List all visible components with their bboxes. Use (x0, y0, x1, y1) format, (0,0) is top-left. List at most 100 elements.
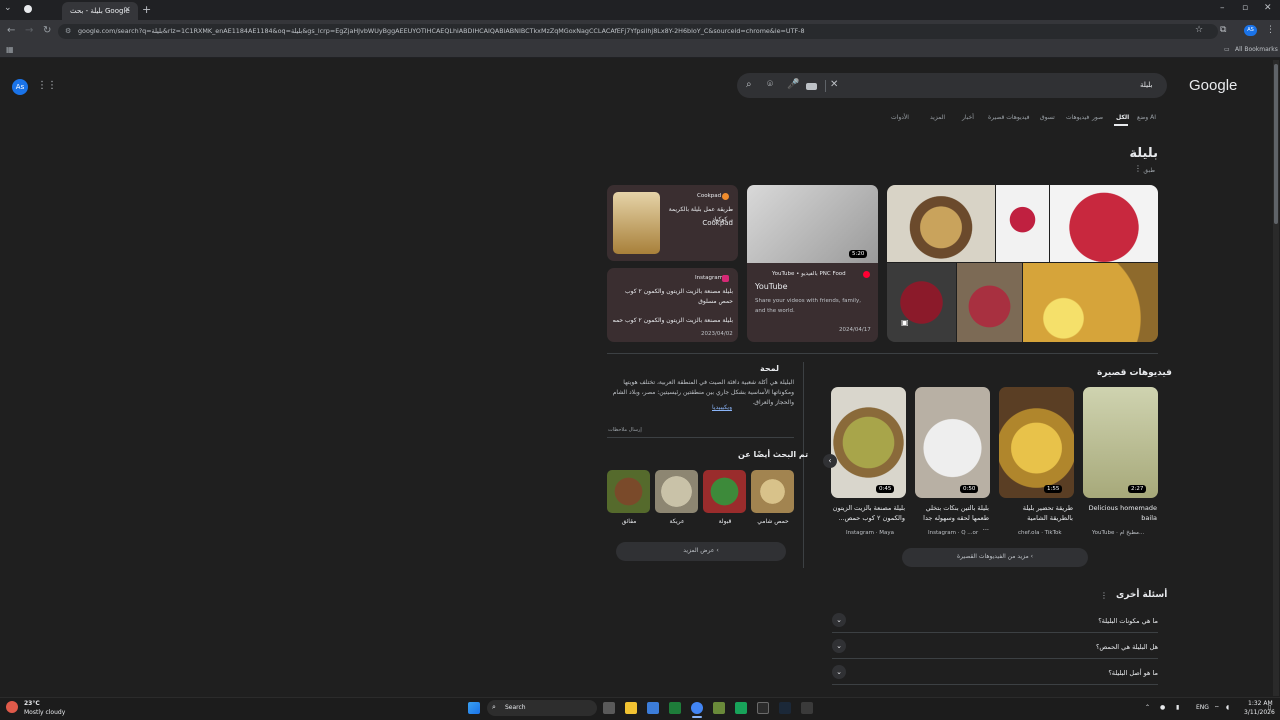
weather-temp[interactable]: 23°C (24, 700, 40, 707)
app-icon-1[interactable] (713, 702, 725, 714)
chevron-down-icon[interactable]: ⌄ (832, 613, 846, 627)
windows-start-icon[interactable] (468, 702, 480, 714)
related-label-3[interactable]: عريكة (655, 518, 699, 525)
related-image-3[interactable] (655, 470, 698, 513)
related-label-2[interactable]: قبولة (703, 518, 747, 525)
search-icon[interactable]: ⌕ (746, 79, 752, 90)
apps-grid-icon[interactable]: ▦ (6, 45, 14, 54)
tab-short-videos[interactable]: فيديوهات قصيرة (988, 114, 1029, 121)
wifi-icon[interactable]: ⌔ (1214, 704, 1220, 712)
tray-language[interactable]: ENG (1196, 704, 1209, 711)
short-thumb-3[interactable] (915, 387, 990, 498)
related-image-1[interactable] (751, 470, 794, 513)
tab-news[interactable]: أخبار (962, 114, 974, 121)
youtube-card[interactable]: 5:20 YouTube • بالفيديو PNC Food YouTube… (747, 185, 878, 342)
store-icon[interactable] (647, 702, 659, 714)
short-thumb-4[interactable] (831, 387, 906, 498)
steam-icon[interactable] (779, 702, 791, 714)
notification-icon[interactable]: ▯ (1268, 704, 1271, 711)
image-collage[interactable]: ▣ (887, 185, 1158, 342)
related-label-1[interactable]: حمص شامي (751, 518, 795, 525)
app-icon-3[interactable] (801, 702, 813, 714)
youtube-title[interactable]: YouTube (755, 282, 788, 291)
tab-videos[interactable]: فيديوهات (1066, 114, 1089, 121)
tab-tools[interactable]: الأدوات (891, 114, 909, 121)
tray-chevron-icon[interactable]: ⌃ (1145, 704, 1150, 711)
terminal-icon[interactable] (757, 702, 769, 714)
bookmark-star-icon[interactable]: ☆ (1195, 25, 1203, 35)
google-logo[interactable]: Google (1189, 77, 1237, 94)
microphone-icon[interactable]: 🎤 (787, 79, 799, 90)
clear-search-icon[interactable]: ✕ (830, 79, 838, 90)
reload-icon[interactable]: ↻ (43, 25, 51, 36)
tab-all[interactable]: الكل (1116, 114, 1129, 121)
tab-close-icon[interactable]: ✕ (124, 5, 131, 14)
related-more-button[interactable]: عرض المزيد ‹ (616, 542, 786, 561)
lens-icon[interactable]: ⌾ (767, 79, 773, 90)
minimize-icon[interactable]: – (1220, 3, 1225, 13)
related-image-4[interactable] (607, 470, 650, 513)
taskbar-search-box[interactable] (487, 700, 597, 716)
entity-menu-icon[interactable]: ⋮ (1134, 164, 1142, 173)
faq-item-2[interactable]: هل البليلة هي الحمص؟ ⌄ (832, 633, 1158, 659)
collage-image-5[interactable] (957, 263, 1022, 342)
chevron-down-icon[interactable]: ⌄ (832, 665, 846, 679)
faq-question-1[interactable]: ما هي مكونات البليلة؟ (1098, 617, 1158, 625)
faq-item-1[interactable]: ما هي مكونات البليلة؟ ⌄ (832, 607, 1158, 633)
menu-kebab-icon[interactable]: ⋮ (1266, 25, 1275, 35)
cookpad-site[interactable]: Cookpad (667, 218, 733, 229)
short-caption-3[interactable]: بليلة بالتين بنكات بتخلي طعمها لحقه وسهو… (915, 503, 989, 533)
cookpad-thumbnail[interactable] (613, 192, 660, 254)
app-icon-2[interactable] (735, 702, 747, 714)
collage-image-3[interactable] (1050, 185, 1158, 262)
back-icon[interactable]: ← (7, 25, 15, 36)
short-thumb-2[interactable] (999, 387, 1074, 498)
related-label-4[interactable]: مقائق (607, 518, 651, 525)
forward-icon[interactable]: → (25, 25, 33, 36)
all-bookmarks-label[interactable]: All Bookmarks (1235, 46, 1278, 53)
cookpad-card[interactable]: Cookpad طريقة عمل بليلة بالكريمة .. كوكب… (607, 185, 738, 261)
faq-question-2[interactable]: هل البليلة هي الحمص؟ (1096, 643, 1158, 651)
faq-menu-icon[interactable]: ⋮ (1100, 591, 1108, 600)
gallery-icon[interactable]: ▣ (901, 318, 909, 327)
page-scrollbar-thumb[interactable] (1274, 64, 1278, 224)
tab-shopping[interactable]: تسوق (1040, 114, 1055, 121)
tray-app-icon[interactable]: ● (1160, 704, 1165, 711)
new-tab-icon[interactable]: + (142, 3, 151, 16)
collage-image-6[interactable] (1023, 263, 1158, 342)
volume-icon[interactable]: ◖ (1226, 704, 1229, 711)
weather-desc[interactable]: Mostly cloudy (24, 709, 65, 716)
chevron-down-icon[interactable]: ⌄ (832, 639, 846, 653)
collage-image-1[interactable] (887, 185, 995, 262)
tab-more[interactable]: المزيد (930, 114, 945, 121)
excel-icon[interactable] (669, 702, 681, 714)
taskbar-search-label[interactable]: Search (505, 704, 526, 711)
tab-images[interactable]: صور (1092, 114, 1103, 121)
shorts-prev-icon[interactable]: ‹ (823, 454, 837, 468)
instagram-card[interactable]: Instagram بليلة مصنعة بالزيت الزيتون وال… (607, 268, 738, 342)
maximize-icon[interactable]: ▫ (1242, 3, 1248, 13)
shorts-more-button[interactable]: مزيد من الفيديوهات القصيرة ‹ (902, 548, 1088, 567)
short-thumb-1[interactable] (1083, 387, 1158, 498)
search-input[interactable]: بليلة (1140, 81, 1152, 89)
keyboard-icon[interactable] (806, 83, 817, 90)
account-avatar[interactable]: As (12, 79, 28, 95)
file-explorer-icon[interactable] (625, 702, 637, 714)
task-view-icon[interactable] (603, 702, 615, 714)
tray-app-icon-2[interactable]: ▮ (1176, 704, 1179, 711)
site-info-icon[interactable]: ⚙ (65, 27, 71, 35)
feedback-link[interactable]: إرسال ملاحظات (608, 427, 642, 433)
close-window-icon[interactable]: ✕ (1264, 3, 1272, 13)
weather-icon[interactable] (6, 701, 18, 713)
tab-search-icon[interactable]: ⌄ (4, 3, 12, 13)
short-caption-2[interactable]: طريقة تحضير بليلة بالطريقة الشامية (999, 503, 1073, 523)
collage-image-2[interactable] (996, 185, 1049, 262)
related-image-2[interactable] (703, 470, 746, 513)
short-caption-1[interactable]: Delicious homemade baila (1083, 503, 1157, 523)
faq-question-3[interactable]: ما هو أصل البليلة؟ (1108, 669, 1158, 677)
collage-image-4[interactable] (887, 263, 956, 342)
tab-ai-mode[interactable]: وضع AI (1137, 114, 1156, 121)
search-box[interactable] (737, 73, 1167, 98)
chrome-taskbar-icon[interactable] (691, 702, 703, 714)
profile-avatar[interactable]: AS (1244, 25, 1257, 36)
